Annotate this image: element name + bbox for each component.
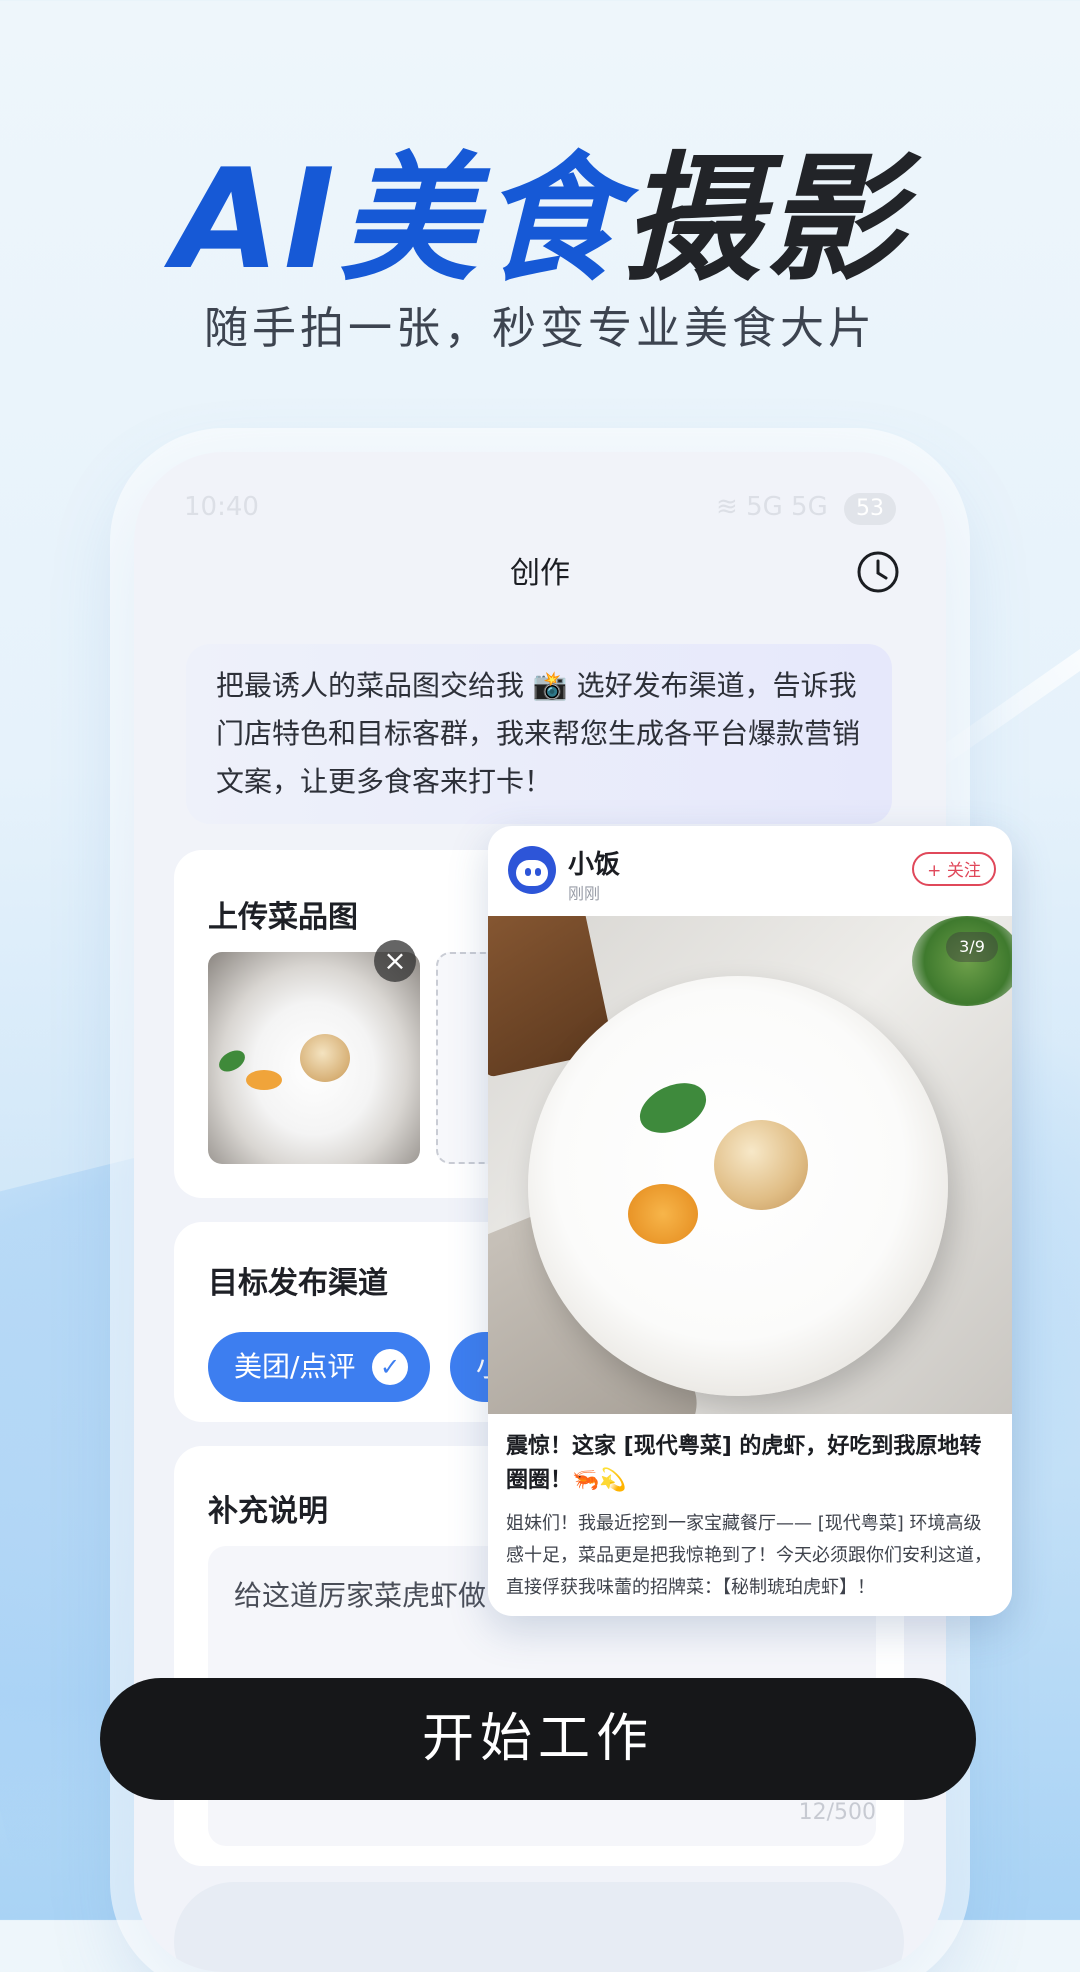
network-indicator: 5G 5G [746,492,828,522]
mascot-eye [525,868,531,876]
chip-label: 美团/点评 [234,1350,356,1383]
image-page-indicator: 3/9 [946,932,998,962]
status-icons: ≋ 5G 5G 53 [716,492,896,525]
upload-title: 上传菜品图 [208,900,358,935]
note-title: 补充说明 [208,1494,328,1529]
shrimp-dish [714,1120,808,1210]
mascot-eye [535,868,541,876]
carrot-garnish [628,1184,698,1244]
hero-subtitle: 随手拍一张，秒变专业美食大片 [204,303,876,354]
delete-image-button[interactable]: × [374,940,416,982]
dish-shrimp [300,1034,350,1082]
page-title: 创作 [510,556,570,591]
char-counter: 12/500 [798,1800,876,1825]
post-image[interactable]: 3/9 [488,916,1012,1414]
check-icon: ✓ [372,1349,408,1385]
garnish-carrot [246,1070,282,1090]
follow-button[interactable]: + 关注 [912,852,996,886]
post-title: 震惊！这家 [现代粤菜] 的虎虾，好吃到我原地转圈圈！🦐💫 [506,1434,982,1493]
hero-title: AI美食摄影 [0,140,1080,300]
post-time: 刚刚 [568,884,601,903]
start-work-button[interactable]: 开始工作 [100,1678,976,1800]
channel-chip-meituan[interactable]: 美团/点评 ✓ [208,1332,430,1402]
status-bar: 10:40 ≋ 5G 5G 53 [184,492,896,532]
clock-icon[interactable] [856,550,900,594]
hero-title-dark: 摄影 [623,139,908,300]
post-username: 小饭 [568,850,621,880]
status-time: 10:40 [184,492,259,522]
intro-message: 把最诱人的菜品图交给我 📸 选好发布渠道，告诉我门店特色和目标客群，我来帮您生成… [186,644,892,824]
hero-title-blue: AI美食 [172,139,624,300]
social-post-preview: 小饭 刚刚 + 关注 3/9 震惊！这家 [现代粤菜] 的虎虾，好吃到我原地转圈… [488,826,1012,1616]
avatar [508,846,556,894]
battery-icon: 53 [844,493,896,525]
wifi-icon: ≋ [716,492,738,522]
post-body: 姐妹们！我最近挖到一家宝藏餐厅—— [现代粤菜] 环境高级感十足，菜品更是把我惊… [506,1513,992,1598]
uploaded-dish-thumbnail[interactable] [208,952,420,1164]
channel-title: 目标发布渠道 [208,1266,388,1301]
garnish-leaf [215,1046,249,1076]
next-card-peek [174,1882,904,1972]
mascot-face [516,860,548,886]
